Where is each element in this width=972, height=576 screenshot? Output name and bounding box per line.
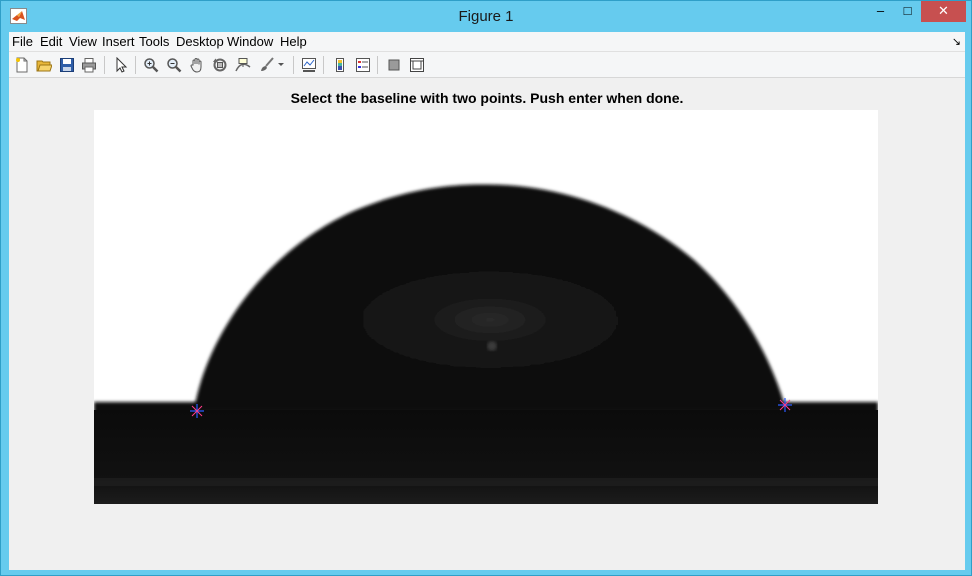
menu-tools[interactable]: Tools	[139, 32, 169, 52]
maximize-button[interactable]: □	[894, 1, 921, 22]
save-icon[interactable]	[57, 55, 77, 75]
new-figure-icon[interactable]	[12, 55, 32, 75]
toolbar-separator	[104, 56, 105, 74]
data-cursor-icon[interactable]	[233, 55, 253, 75]
figure-window: Figure 1 – □ ✕ File Edit View Insert Too…	[0, 0, 972, 576]
rotate-3d-icon[interactable]	[210, 55, 230, 75]
window-title: Figure 1	[458, 8, 514, 25]
figure-client: File Edit View Insert Tools Desktop Wind…	[9, 32, 965, 570]
axes-title: Select the baseline with two points. Pus…	[290, 90, 684, 106]
baseline-point-right[interactable]	[778, 398, 792, 412]
menu-window[interactable]: Window	[227, 32, 273, 52]
figure-toolbar	[9, 52, 965, 78]
menu-file[interactable]: File	[12, 32, 33, 52]
insert-colorbar-icon[interactable]	[330, 55, 350, 75]
toolbar-overflow-arrow-icon[interactable]: ↘	[952, 35, 961, 48]
zoom-out-icon[interactable]	[164, 55, 184, 75]
close-button[interactable]: ✕	[921, 1, 966, 22]
open-file-icon[interactable]	[34, 55, 54, 75]
hide-plot-tools-icon[interactable]	[384, 55, 404, 75]
menu-edit[interactable]: Edit	[40, 32, 62, 52]
edit-plot-icon[interactable]	[111, 55, 131, 75]
brush-dropdown-arrow-icon[interactable]	[275, 55, 287, 75]
toolbar-separator	[293, 56, 294, 74]
droplet-image-axes[interactable]	[94, 110, 878, 504]
link-plot-icon[interactable]	[299, 55, 319, 75]
menu-view[interactable]: View	[69, 32, 97, 52]
show-plot-tools-icon[interactable]	[407, 55, 427, 75]
title-bar[interactable]: Figure 1 – □ ✕	[1, 1, 971, 32]
menu-help[interactable]: Help	[280, 32, 307, 52]
droplet-image[interactable]	[94, 110, 878, 504]
toolbar-separator	[323, 56, 324, 74]
menu-bar: File Edit View Insert Tools Desktop Wind…	[9, 32, 965, 52]
baseline-point-left[interactable]	[190, 404, 204, 418]
pan-icon[interactable]	[187, 55, 207, 75]
toolbar-separator	[377, 56, 378, 74]
print-icon[interactable]	[79, 55, 99, 75]
zoom-in-icon[interactable]	[141, 55, 161, 75]
brush-icon[interactable]	[257, 55, 277, 75]
minimize-button[interactable]: –	[867, 1, 894, 22]
toolbar-separator	[135, 56, 136, 74]
insert-legend-icon[interactable]	[353, 55, 373, 75]
menu-insert[interactable]: Insert	[102, 32, 135, 52]
figure-canvas[interactable]: Select the baseline with two points. Pus…	[9, 79, 965, 570]
menu-desktop[interactable]: Desktop	[176, 32, 224, 52]
